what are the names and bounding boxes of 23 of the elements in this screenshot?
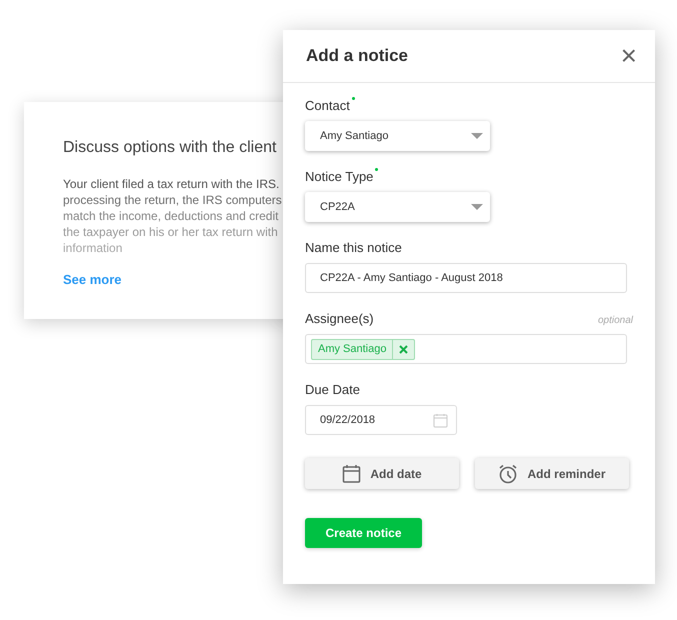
- text-input-field[interactable]: CP22A - Amy Santiago - August 2018: [305, 263, 627, 293]
- close-icon: [399, 344, 408, 354]
- dialog-title: Add a notice: [306, 45, 408, 68]
- dropdown-caret-icon: [471, 204, 483, 210]
- field-label: Due Date: [305, 380, 360, 398]
- calendar-icon: [433, 412, 448, 428]
- action-button[interactable]: Add date: [305, 458, 459, 489]
- field-label: Name this notice: [305, 238, 402, 256]
- date-input-field[interactable]: 09/22/2018: [305, 405, 457, 435]
- assignee-tag: Amy Santiago: [311, 338, 416, 360]
- dropdown-caret-icon: [471, 133, 483, 139]
- action-button[interactable]: Add reminder: [475, 458, 629, 489]
- alarm-clock-icon: [498, 464, 518, 484]
- dropdown-field[interactable]: CP22A: [305, 192, 490, 222]
- card-title: Discuss options with the client: [63, 138, 278, 158]
- field-label: Notice Type: [305, 168, 374, 186]
- close-button[interactable]: ×: [616, 42, 641, 70]
- optional-hint: optional: [598, 314, 633, 328]
- field-label: Contact: [305, 96, 350, 114]
- calendar-icon: [342, 464, 362, 483]
- field-label: Assignee(s): [305, 310, 374, 328]
- card-description: Your client filed a tax return with the IRS. processing the return, the IRS computers match the income, deductions and credit the taxpayer on his or her tax return with information: [63, 176, 283, 256]
- dropdown-field[interactable]: Amy Santiago: [305, 121, 490, 151]
